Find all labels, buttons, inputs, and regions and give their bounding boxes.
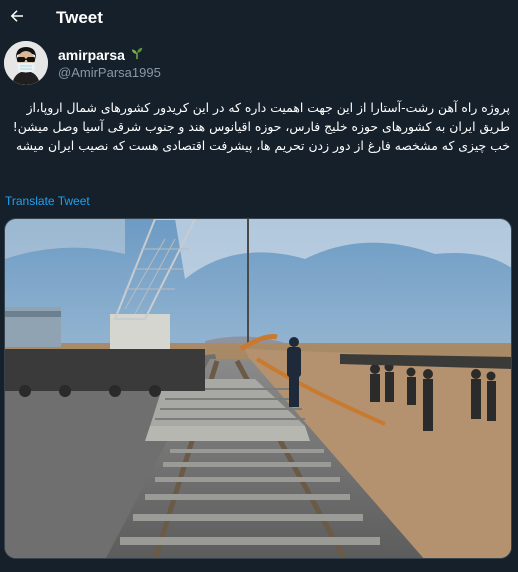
tweet-header: Tweet bbox=[0, 0, 518, 38]
tweet-photo[interactable] bbox=[4, 218, 512, 559]
avatar[interactable] bbox=[4, 41, 48, 85]
tweet-text: پروژه راه آهن رشت-آستارا از این جهت اهمی… bbox=[6, 98, 510, 155]
tweet-author: amirparsa @AmirParsa1995 bbox=[4, 41, 514, 89]
author-name[interactable]: amirparsa bbox=[58, 46, 144, 63]
back-button[interactable] bbox=[4, 5, 30, 31]
page-title: Tweet bbox=[56, 8, 103, 27]
author-handle[interactable]: @AmirParsa1995 bbox=[58, 65, 161, 80]
tweet-paragraph: پروژه راه آهن رشت-آستارا از این جهت اهمی… bbox=[12, 100, 510, 134]
arrow-left-icon bbox=[8, 7, 26, 30]
translate-tweet-link[interactable]: Translate Tweet bbox=[5, 194, 90, 208]
tweet-paragraph: خب چیزی که مشخصه فارغ از دور زدن تحریم ه… bbox=[15, 138, 510, 153]
seedling-icon bbox=[130, 46, 144, 63]
display-name-text: amirparsa bbox=[58, 46, 125, 63]
